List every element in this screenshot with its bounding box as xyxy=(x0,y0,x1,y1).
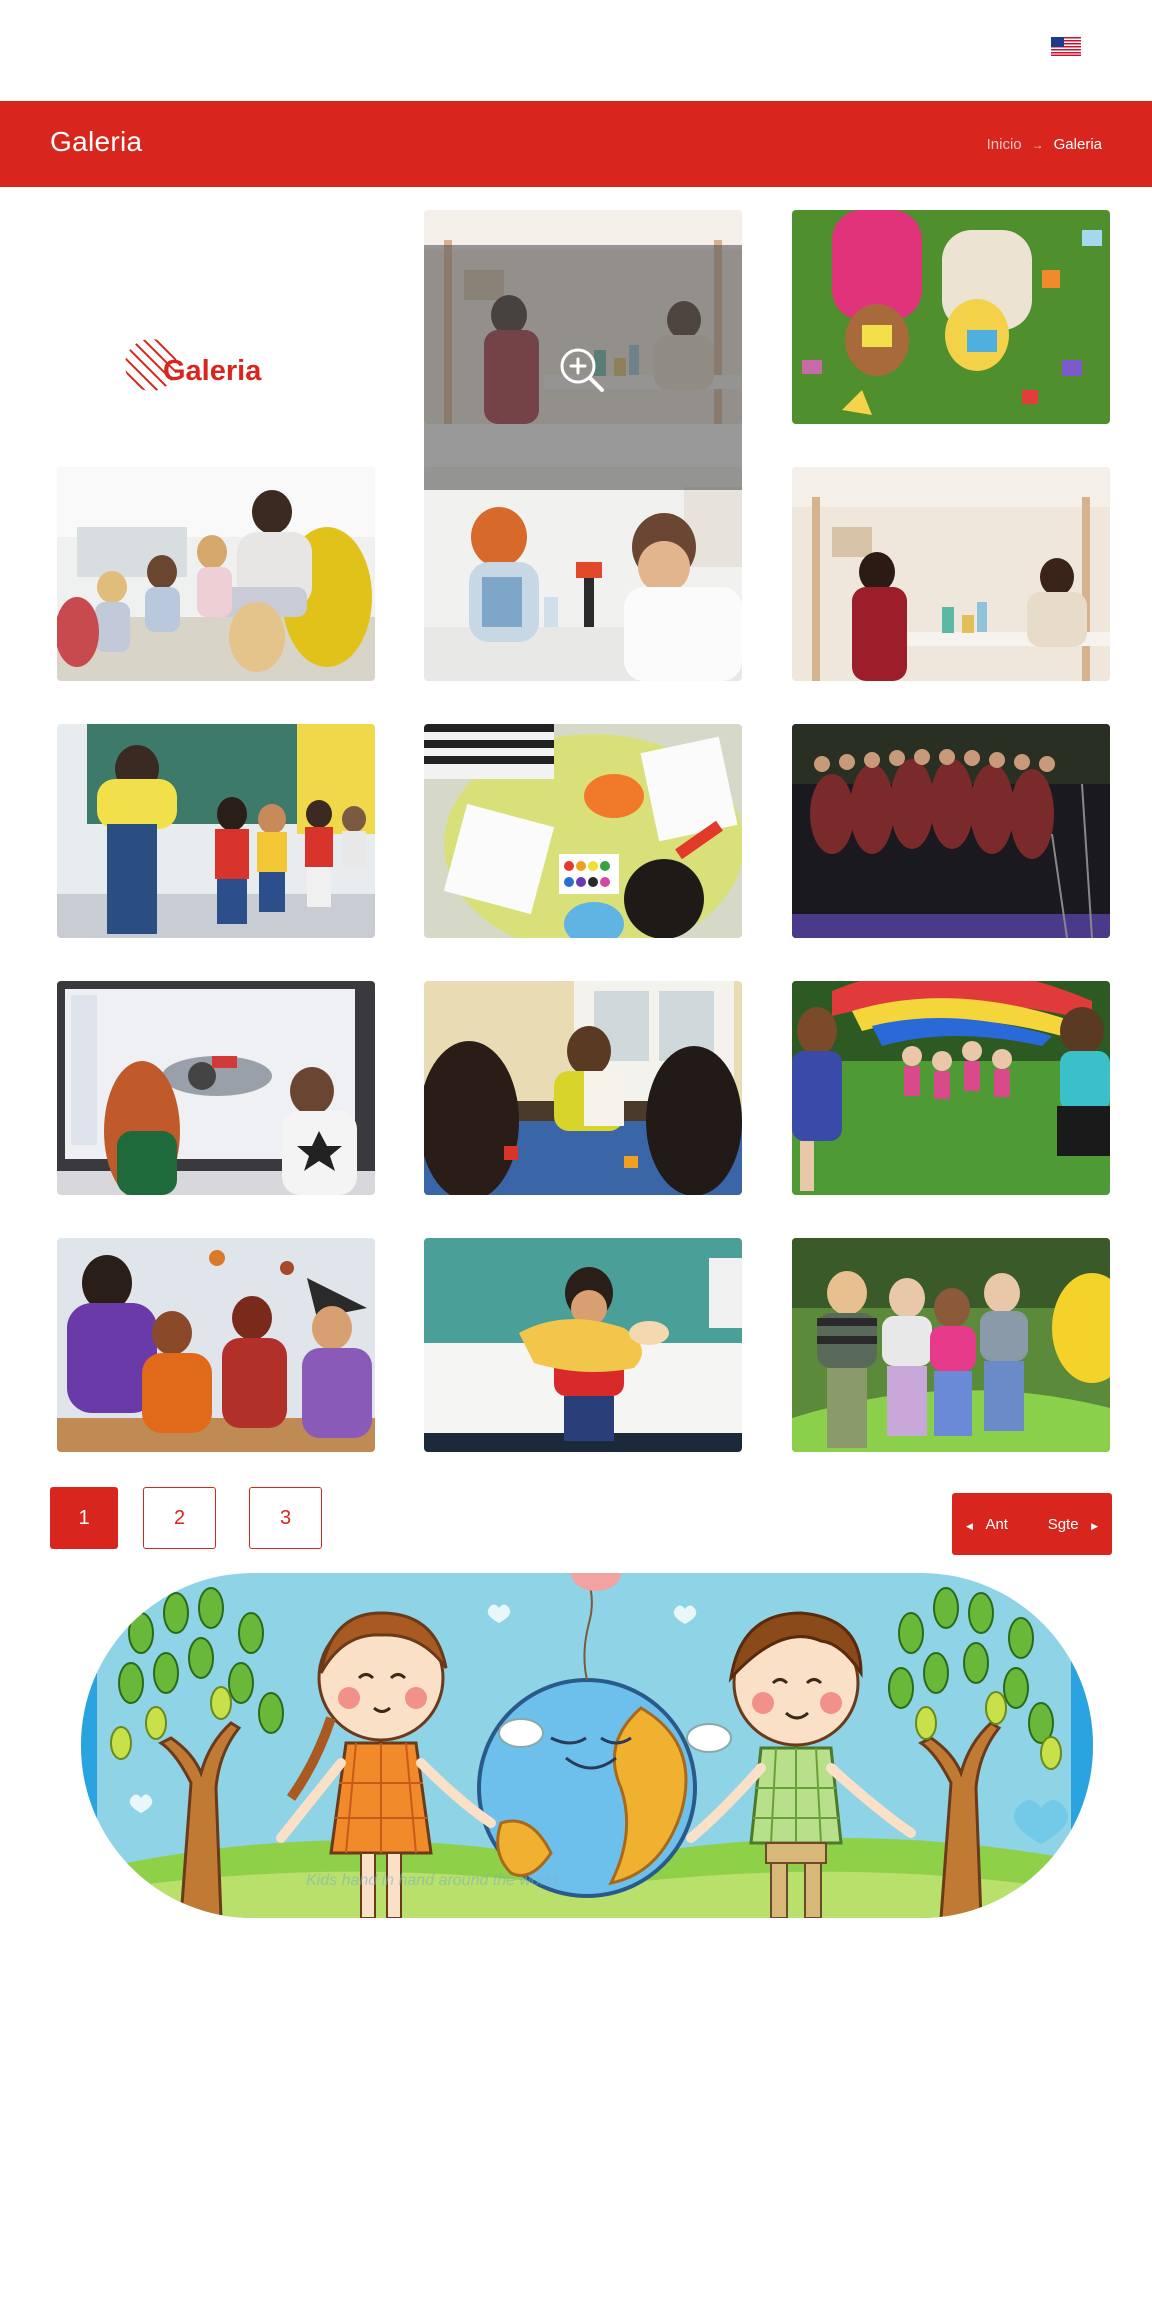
breadcrumb-current: Galeria xyxy=(1053,136,1102,153)
gallery-item[interactable] xyxy=(792,1238,1110,1452)
banner-caption: Kids hand in hand around the world xyxy=(306,1872,559,1889)
gallery-logo-text: Galeria xyxy=(163,355,262,387)
gallery-item[interactable] xyxy=(57,467,375,681)
gallery-item[interactable] xyxy=(792,724,1110,938)
caret-left-icon: ◀ xyxy=(966,1520,973,1531)
gallery-item[interactable] xyxy=(57,724,375,938)
page-button-2[interactable]: 2 xyxy=(143,1487,216,1549)
next-page-button[interactable]: Sgte ▶ xyxy=(1048,1516,1098,1533)
prev-next-controls: ◀ Ant Sgte ▶ xyxy=(952,1493,1112,1555)
breadcrumb: Inicio → Galeria xyxy=(987,136,1102,153)
breadcrumb-home-link[interactable]: Inicio xyxy=(987,136,1022,153)
next-label: Sgte xyxy=(1047,1515,1079,1533)
page-button-1[interactable]: 1 xyxy=(50,1487,118,1549)
page-title: Galeria xyxy=(50,126,143,157)
gallery-item[interactable] xyxy=(424,1238,742,1452)
zoom-in-icon[interactable] xyxy=(558,346,608,396)
prev-label: Ant xyxy=(985,1515,1008,1533)
gallery-item[interactable] xyxy=(57,1238,375,1452)
gallery-logo: Galeria xyxy=(57,210,375,424)
gallery-item[interactable] xyxy=(792,981,1110,1195)
gallery-item[interactable] xyxy=(792,210,1110,424)
gallery-item[interactable] xyxy=(424,981,742,1195)
breadcrumb-arrow-icon: → xyxy=(1031,137,1044,152)
gallery-item[interactable] xyxy=(424,467,742,681)
caret-right-icon: ▶ xyxy=(1091,1520,1098,1531)
kids-world-banner: Kids hand in hand around the world xyxy=(81,1573,1093,1918)
prev-page-button[interactable]: ◀ Ant xyxy=(966,1516,1008,1533)
us-flag-icon[interactable] xyxy=(1051,37,1081,56)
gallery-item[interactable] xyxy=(57,981,375,1195)
gallery-item[interactable] xyxy=(792,467,1110,681)
page-header xyxy=(0,101,1152,187)
gallery-item[interactable] xyxy=(424,724,742,938)
page-button-3[interactable]: 3 xyxy=(249,1487,322,1549)
top-bar xyxy=(0,0,1152,101)
